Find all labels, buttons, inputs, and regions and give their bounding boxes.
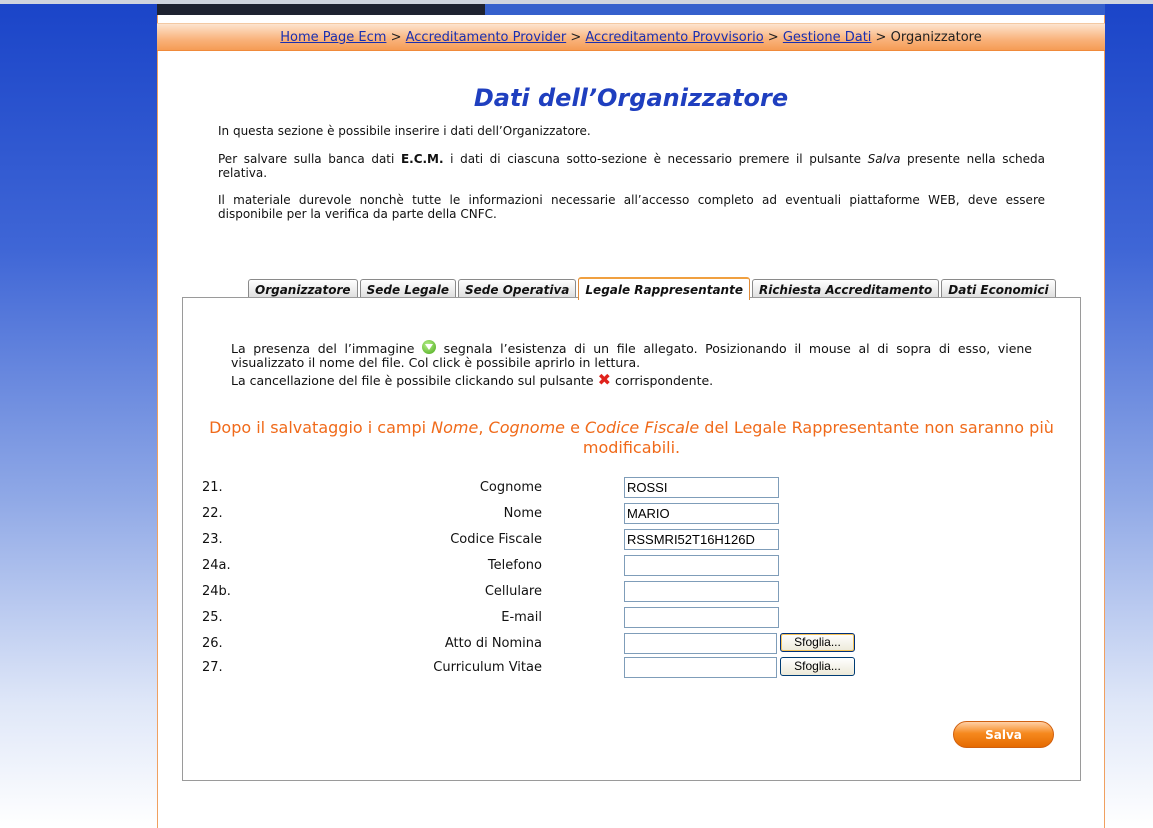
tab-bar: Organizzatore Sede Legale Sede Operativa…: [248, 277, 1056, 300]
breadcrumb-separator: >: [767, 30, 779, 45]
field-label: Cognome: [479, 480, 542, 495]
atto-di-nomina-browse-button[interactable]: Sfoglia...: [780, 633, 855, 652]
breadcrumb-home[interactable]: Home Page Ecm: [280, 30, 386, 45]
warning-field-codice-fiscale: Codice Fiscale: [585, 418, 700, 437]
field-number: 24b.: [202, 584, 231, 599]
page-title: Dati dell’Organizzatore: [473, 84, 789, 112]
tab-dati-economici[interactable]: Dati Economici: [941, 279, 1056, 299]
breadcrumb-accreditamento-provider[interactable]: Accreditamento Provider: [406, 30, 567, 45]
field-label: Nome: [503, 506, 542, 521]
form-row-cognome: 21. Cognome: [182, 477, 1081, 499]
intro-2-italic: Salva: [867, 152, 901, 166]
curriculum-vitae-file-input[interactable]: [624, 657, 777, 678]
save-button[interactable]: Salva: [953, 721, 1054, 748]
email-input[interactable]: [624, 607, 779, 628]
field-number: 22.: [202, 506, 223, 521]
field-number: 21.: [202, 480, 223, 495]
form-row-telefono: 24a. Telefono: [182, 555, 1081, 577]
tab-richiesta-accreditamento[interactable]: Richiesta Accreditamento: [751, 279, 940, 299]
form-row-email: 25. E-mail: [182, 607, 1081, 629]
field-label: Curriculum Vitae: [433, 660, 542, 675]
cognome-input[interactable]: [624, 477, 779, 498]
nome-input[interactable]: [624, 503, 779, 524]
note-text: corrispondente.: [610, 373, 714, 388]
field-label: Cellulare: [484, 584, 542, 599]
breadcrumb-gestione-dati[interactable]: Gestione Dati: [783, 30, 872, 45]
field-number: 27.: [202, 660, 223, 675]
field-label: Telefono: [487, 558, 542, 573]
field-label: E-mail: [501, 610, 542, 625]
intro-2-bold: E.C.M.: [400, 152, 444, 166]
breadcrumb-separator: >: [390, 30, 402, 45]
tab-sede-legale[interactable]: Sede Legale: [359, 279, 456, 299]
tab-organizzatore[interactable]: Organizzatore: [248, 279, 358, 299]
delete-note: La cancellazione del file è possibile cl…: [231, 370, 1032, 389]
form-row-codice-fiscale: 23. Codice Fiscale: [182, 529, 1081, 551]
field-label: Codice Fiscale: [450, 532, 542, 547]
field-number: 23.: [202, 532, 223, 547]
intro-paragraph-1: In questa sezione è possibile inserire i…: [218, 124, 591, 138]
telefono-input[interactable]: [624, 555, 779, 576]
atto-di-nomina-file-input[interactable]: [624, 633, 777, 654]
header-banner-image: [157, 4, 485, 15]
delete-x-icon: ✖: [597, 370, 611, 389]
field-number: 25.: [202, 610, 223, 625]
tab-sede-operativa[interactable]: Sede Operativa: [458, 279, 577, 299]
intro-paragraph-3: Il materiale durevole nonchè tutte le in…: [218, 193, 1045, 221]
attachment-note: La presenza del l’immagine segnala l’esi…: [231, 340, 1032, 370]
tab-legale-rappresentante[interactable]: Legale Rappresentante: [578, 277, 750, 300]
warning-text: Dopo il salvataggio i campi: [209, 418, 432, 437]
warning-text: e: [565, 418, 586, 437]
form-row-atto-di-nomina: 26. Atto di Nomina Sfoglia...: [182, 633, 1081, 655]
breadcrumb-accreditamento-provvisorio[interactable]: Accreditamento Provvisorio: [585, 30, 763, 45]
breadcrumb-current: Organizzatore: [890, 30, 982, 45]
warning-text: ,: [478, 418, 489, 437]
attachment-arrow-icon: [422, 340, 437, 354]
form-row-nome: 22. Nome: [182, 503, 1081, 525]
breadcrumb-separator: >: [570, 30, 582, 45]
curriculum-vitae-browse-button[interactable]: Sfoglia...: [780, 657, 855, 676]
field-number: 24a.: [202, 558, 231, 573]
header-banner-bar: [485, 4, 1105, 15]
field-number: 26.: [202, 636, 223, 651]
breadcrumb-separator: >: [875, 30, 887, 45]
breadcrumb: Home Page Ecm > Accreditamento Provider …: [157, 23, 1105, 51]
warning-message: Dopo il salvataggio i campi Nome, Cognom…: [182, 418, 1081, 458]
intro-2-text: Per salvare sulla banca dati: [218, 152, 401, 166]
note-text: La presenza del l’immagine: [231, 341, 423, 356]
note-text: La cancellazione del file è possibile cl…: [231, 373, 598, 388]
form-row-curriculum-vitae: 27. Curriculum Vitae Sfoglia...: [182, 657, 1081, 679]
codice-fiscale-input[interactable]: [624, 529, 779, 550]
cellulare-input[interactable]: [624, 581, 779, 602]
intro-paragraph-2: Per salvare sulla banca dati E.C.M. i da…: [218, 152, 1045, 180]
warning-field-nome: Nome: [431, 418, 479, 437]
intro-2-text: i dati di ciascuna sotto-sezione è neces…: [443, 152, 868, 166]
warning-field-cognome: Cognome: [488, 418, 566, 437]
field-label: Atto di Nomina: [444, 636, 542, 651]
form-row-cellulare: 24b. Cellulare: [182, 581, 1081, 603]
